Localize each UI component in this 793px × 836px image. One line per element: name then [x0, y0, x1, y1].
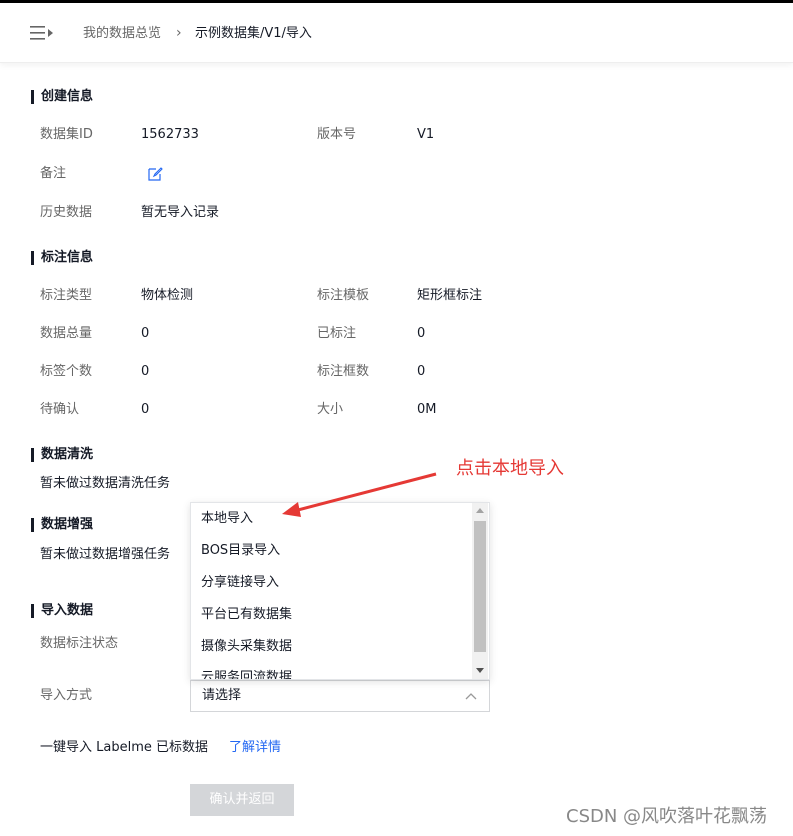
data-augmentation-text: 暂未做过数据增强任务: [40, 547, 171, 562]
import-method-select[interactable]: 请选择: [190, 680, 490, 712]
scroll-up-arrow-icon[interactable]: [476, 508, 484, 513]
confirm-return-button[interactable]: 确认并返回: [190, 784, 294, 816]
section-title-create-info: 创建信息: [31, 89, 93, 105]
annotation-template-value: 矩形框标注: [417, 288, 483, 303]
labeled-label: 已标注: [317, 326, 357, 341]
annotation-callout-text: 点击本地导入: [456, 458, 564, 479]
import-method-label: 导入方式: [40, 688, 93, 703]
version-label: 版本号: [317, 127, 357, 142]
chevron-right-icon: ›: [176, 25, 182, 41]
version-value: V1: [417, 127, 435, 142]
edit-icon[interactable]: [147, 166, 163, 182]
annotation-template-label: 标注模板: [317, 288, 370, 303]
history-label: 历史数据: [40, 205, 93, 220]
pending-label: 待确认: [40, 402, 80, 417]
annotation-status-label: 数据标注状态: [40, 636, 119, 651]
scroll-down-arrow-icon[interactable]: [476, 668, 484, 673]
breadcrumb-current: 示例数据集/V1/导入: [195, 26, 312, 41]
annotation-arrow-icon: [282, 472, 437, 517]
data-cleaning-text: 暂未做过数据清洗任务: [40, 476, 171, 491]
data-total-label: 数据总量: [40, 326, 93, 341]
option-local-import[interactable]: 本地导入: [201, 511, 253, 527]
watermark-text: CSDN @风吹落叶花飘荡: [566, 806, 768, 827]
import-method-dropdown: 本地导入 BOS目录导入 分享链接导入 平台已有数据集 摄像头采集数据 云服务回…: [190, 502, 490, 680]
labeled-value: 0: [417, 326, 426, 341]
select-value: 请选择: [202, 688, 242, 703]
box-count-label: 标注框数: [317, 364, 370, 379]
breadcrumb-parent[interactable]: 我的数据总览: [83, 25, 161, 43]
box-count-value: 0: [417, 364, 426, 379]
annotation-type-label: 标注类型: [40, 288, 93, 303]
menu-icon[interactable]: [30, 25, 54, 41]
pending-value: 0: [141, 402, 150, 417]
data-total-value: 0: [141, 326, 150, 341]
dropdown-scrollbar[interactable]: [472, 503, 488, 679]
page-header: 我的数据总览 › 示例数据集/V1/导入: [0, 3, 793, 63]
tag-count-label: 标签个数: [40, 364, 93, 379]
section-title-data-cleaning: 数据清洗: [31, 447, 93, 463]
remark-label: 备注: [40, 166, 67, 181]
section-title-import-data: 导入数据: [31, 603, 93, 619]
history-value: 暂无导入记录: [141, 205, 220, 220]
option-camera-capture[interactable]: 摄像头采集数据: [201, 639, 292, 655]
size-label: 大小: [317, 402, 344, 417]
option-cloud-backflow[interactable]: 云服务回流数据: [201, 670, 292, 679]
labelme-import-text: 一键导入 Labelme 已标数据: [40, 740, 208, 755]
section-title-annotation-info: 标注信息: [31, 250, 93, 266]
chevron-up-icon: [465, 693, 477, 700]
size-value: 0M: [417, 402, 437, 417]
dataset-id-value: 1562733: [141, 127, 199, 142]
scrollbar-thumb[interactable]: [474, 521, 486, 652]
option-share-link-import[interactable]: 分享链接导入: [201, 575, 279, 591]
tag-count-value: 0: [141, 364, 150, 379]
section-title-data-augmentation: 数据增强: [31, 517, 93, 533]
annotation-type-value: 物体检测: [141, 288, 194, 303]
learn-more-link[interactable]: 了解详情: [229, 740, 281, 756]
option-bos-import[interactable]: BOS目录导入: [201, 543, 280, 559]
option-existing-dataset[interactable]: 平台已有数据集: [201, 607, 292, 623]
dataset-id-label: 数据集ID: [40, 127, 93, 142]
